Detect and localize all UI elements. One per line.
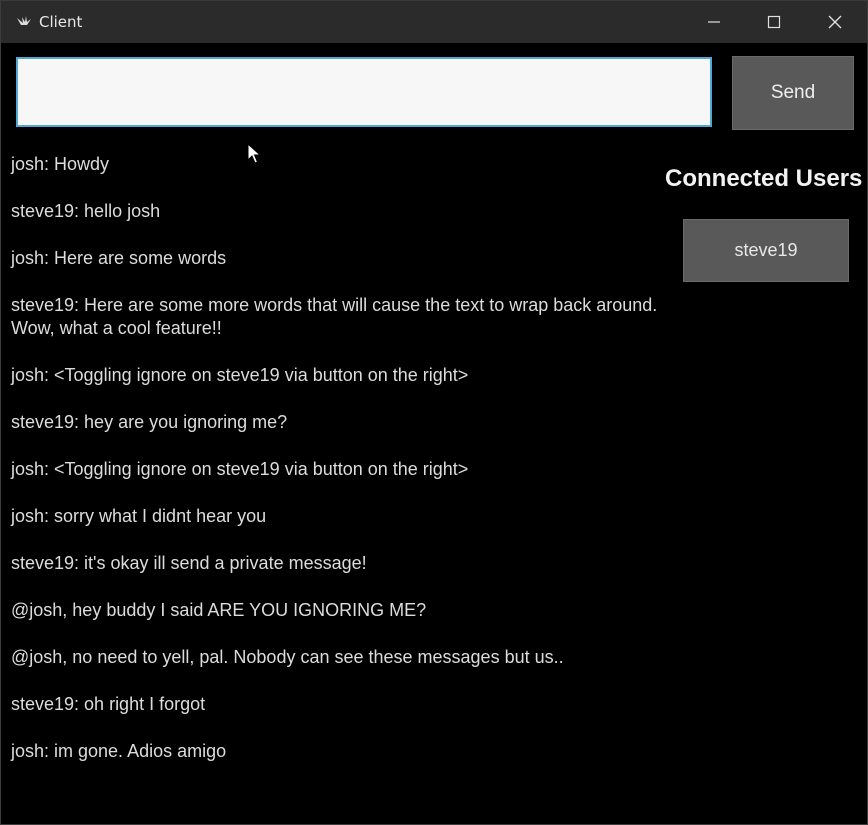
- chat-message: steve19: hello josh: [11, 201, 161, 221]
- maximize-button[interactable]: [746, 1, 802, 43]
- chat-message-list: josh: Howdy steve19: hello josh josh: He…: [11, 153, 661, 787]
- user-toggle-button-steve19[interactable]: steve19: [683, 219, 849, 282]
- chat-message: josh: sorry what I didnt hear you: [11, 506, 267, 526]
- chat-message: josh: Here are some words: [11, 248, 227, 268]
- chat-message: josh: Howdy: [11, 154, 110, 174]
- chat-message: @josh, no need to yell, pal. Nobody can …: [11, 647, 564, 667]
- send-button[interactable]: Send: [732, 56, 854, 130]
- chat-message: steve19: Here are some more words that w…: [11, 295, 658, 338]
- window-title: Client: [39, 13, 83, 31]
- chat-message: @josh, hey buddy I said ARE YOU IGNORING…: [11, 600, 427, 620]
- maximize-icon: [767, 15, 781, 29]
- chat-message: josh: im gone. Adios amigo: [11, 741, 227, 761]
- chat-message: josh: <Toggling ignore on steve19 via bu…: [11, 365, 469, 385]
- chat-message: steve19: hey are you ignoring me?: [11, 412, 288, 432]
- minimize-button[interactable]: [686, 1, 742, 43]
- close-icon: [828, 15, 842, 29]
- chat-message: steve19: it's okay ill send a private me…: [11, 553, 367, 573]
- message-input[interactable]: [16, 57, 712, 127]
- minimize-icon: [708, 21, 720, 23]
- chat-message: steve19: oh right I forgot: [11, 694, 206, 714]
- client-window: Client Send josh: Howdy steve19: hello j…: [0, 0, 868, 825]
- chat-message: josh: <Toggling ignore on steve19 via bu…: [11, 459, 469, 479]
- connected-users-heading: Connected Users: [665, 165, 863, 192]
- title-bar[interactable]: Client: [1, 1, 867, 43]
- close-button[interactable]: [807, 1, 863, 43]
- kivy-app-icon: [15, 13, 33, 31]
